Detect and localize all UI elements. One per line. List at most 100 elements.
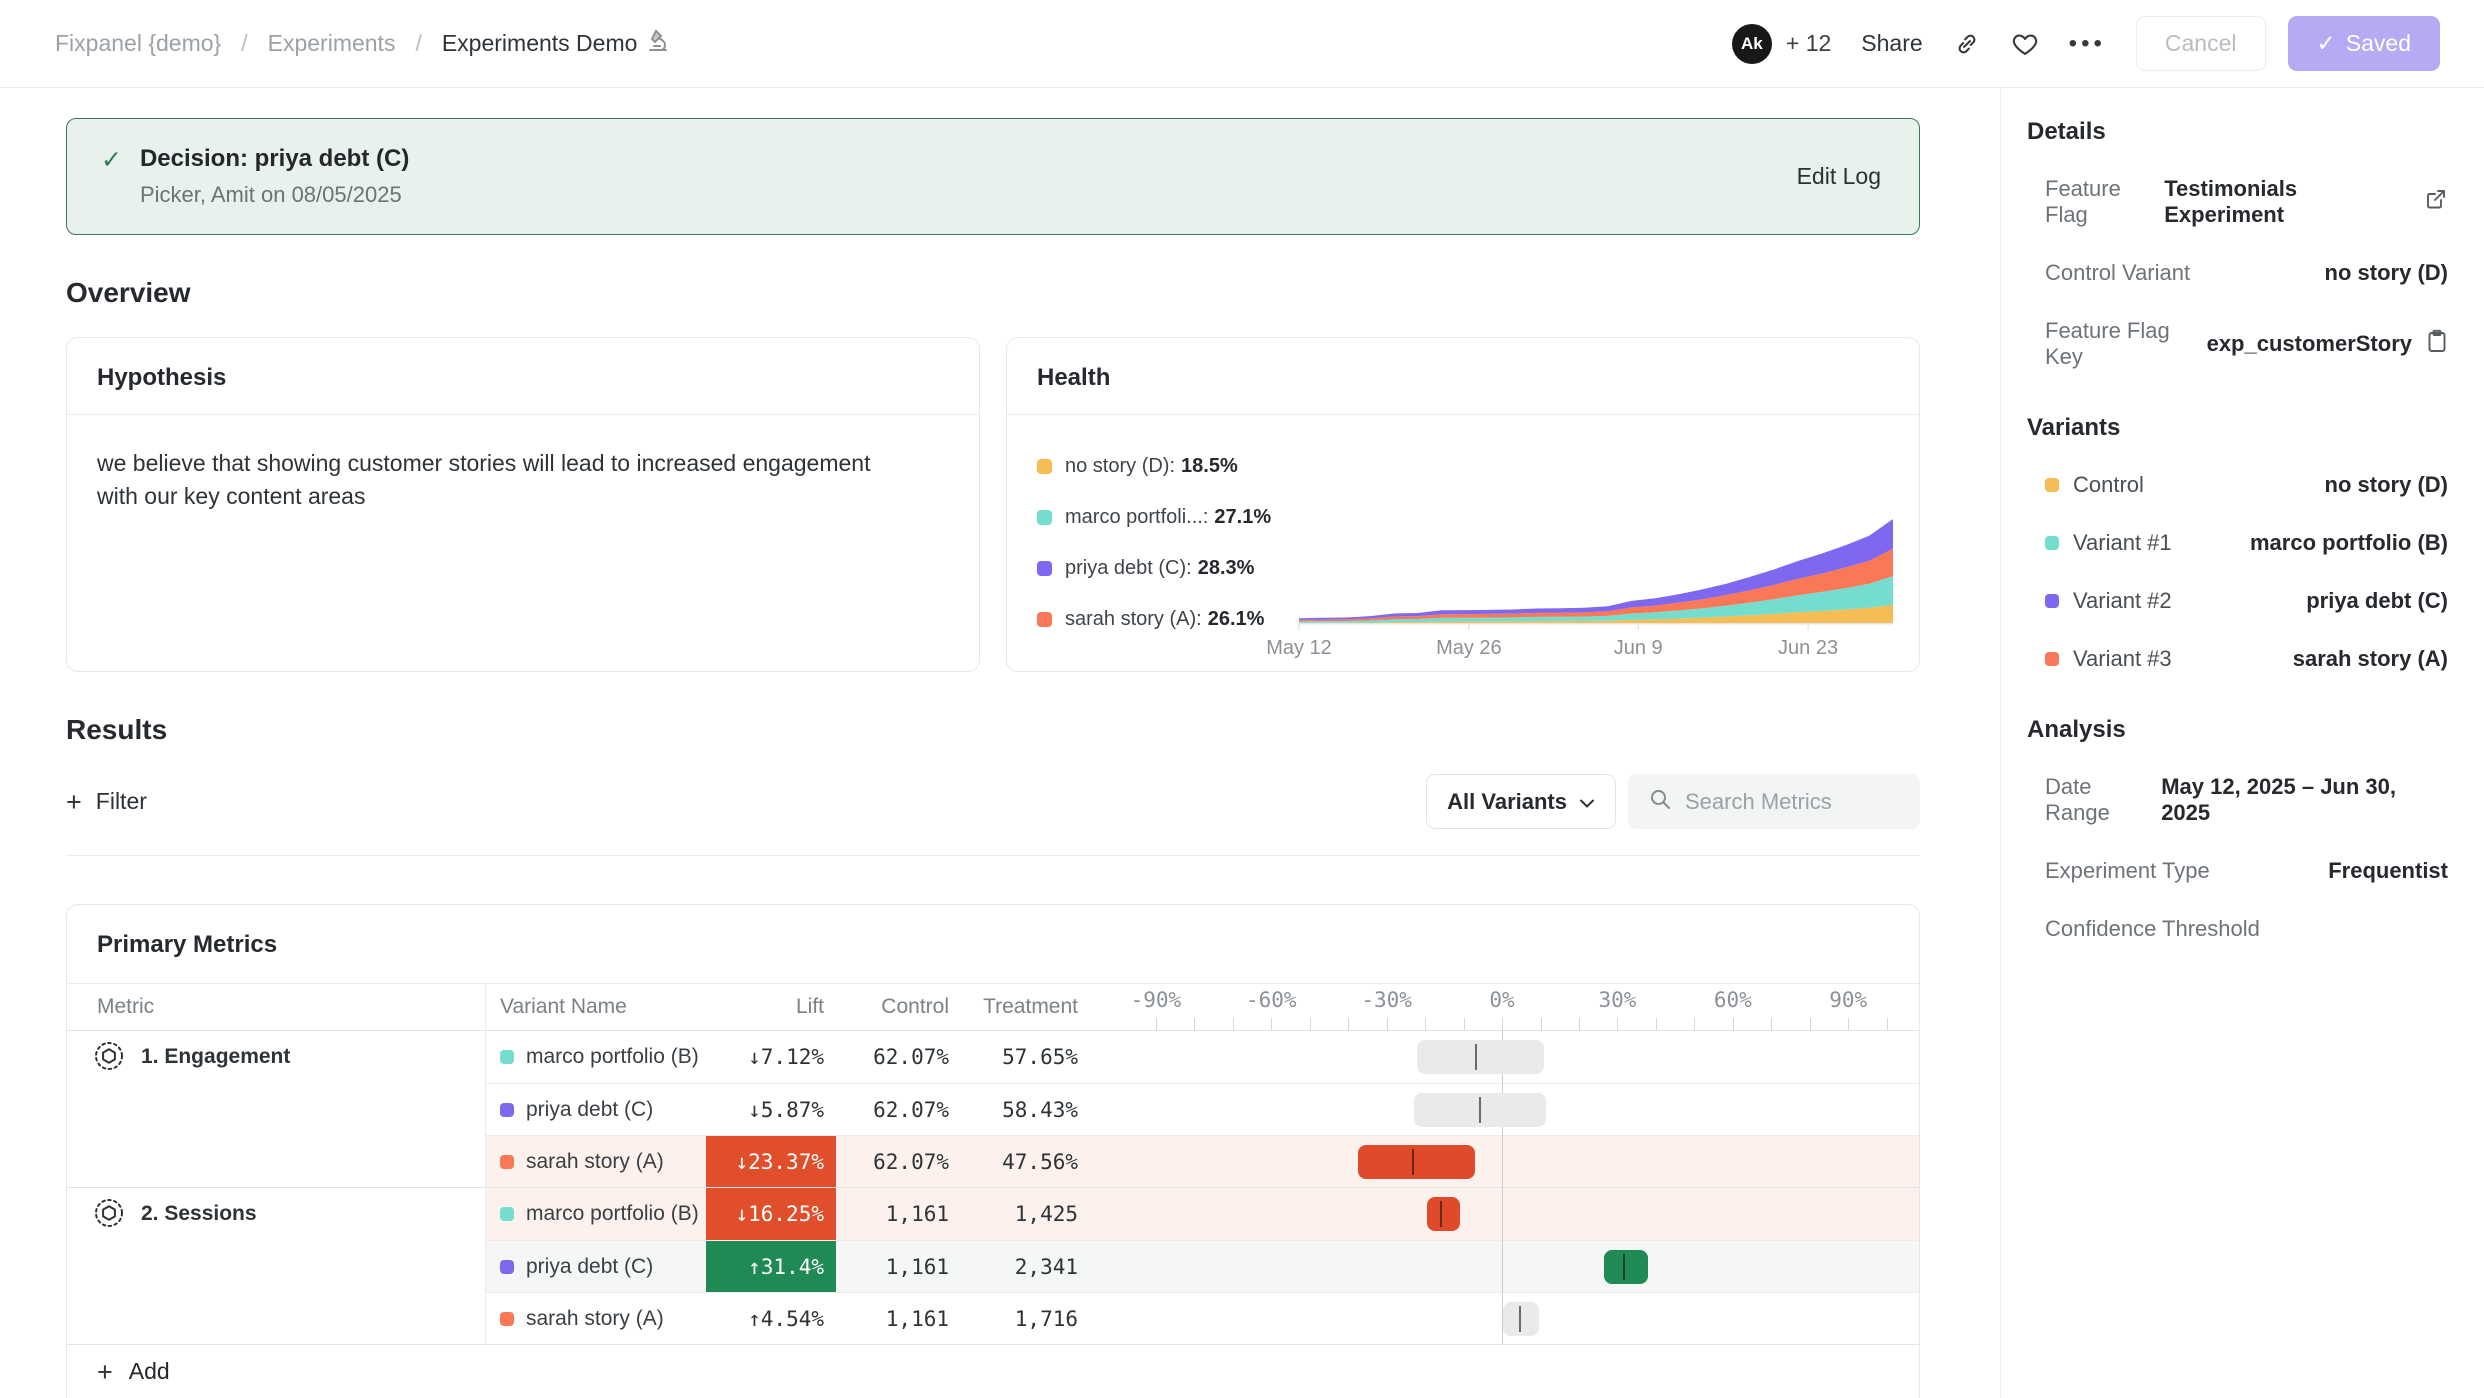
metric-target-icon [93, 1040, 125, 1072]
variant-row[interactable]: marco portfolio (B)↓7.12%62.07%57.65% [486, 1031, 1919, 1083]
variant-swatch [2045, 594, 2059, 608]
breadcrumb-experiments[interactable]: Experiments [268, 30, 396, 57]
legend-value: 28.3% [1198, 557, 1255, 580]
top-bar: Fixpanel {demo} / Experiments / Experime… [0, 0, 2484, 88]
health-area-chart: May 12May 26Jun 9Jun 23 [1299, 519, 1893, 651]
variant-key: Variant #3 [2045, 646, 2172, 672]
analysis-row: Date RangeMay 12, 2025 – Jun 30, 2025 [2045, 774, 2448, 826]
variant-swatch [500, 1312, 514, 1326]
spacer [1080, 1136, 1121, 1187]
lift-value: ↑31.4% [706, 1241, 836, 1292]
confidence-bar-cell [1121, 1241, 1919, 1292]
confidence-bar-cell [1121, 1031, 1919, 1083]
lift-value: ↓7.12% [706, 1031, 836, 1083]
microscope-icon [647, 29, 669, 59]
lift-value: ↓23.37% [706, 1136, 836, 1187]
variant-row[interactable]: sarah story (A)↑4.54%1,1611,716 [486, 1292, 1919, 1344]
metric-name: 2. Sessions [141, 1199, 257, 1229]
lift-value: ↑4.54% [706, 1293, 836, 1344]
decision-check-icon: ✓ [101, 145, 122, 208]
control-value: 62.07% [836, 1031, 953, 1083]
variant-name-cell: sarah story (A) [486, 1136, 706, 1187]
variant-key: Control [2045, 472, 2144, 498]
legend-label: sarah story (A): [1065, 608, 1202, 631]
axis-tick [1733, 1018, 1734, 1030]
confidence-interval-bar [1417, 1040, 1544, 1074]
treatment-value: 1,716 [953, 1293, 1080, 1344]
column-lift: Lift [706, 984, 836, 1030]
variant-swatch [500, 1260, 514, 1274]
variant-name-cell: priya debt (C) [486, 1241, 706, 1292]
more-options-icon[interactable]: ••• [2069, 30, 2106, 58]
legend-swatch [1037, 510, 1052, 525]
mean-lift-marker [1475, 1044, 1477, 1070]
axis-tick [1464, 1018, 1465, 1030]
hypothesis-card: Hypothesis we believe that showing custo… [66, 337, 980, 672]
confidence-interval-bar [1503, 1302, 1539, 1336]
column-treatment: Treatment [953, 984, 1080, 1030]
variant-name-cell: marco portfolio (B) [486, 1188, 706, 1240]
metric-cell[interactable]: 2. Sessions [67, 1188, 486, 1344]
detail-row: Feature FlagTestimonials Experiment [2045, 176, 2448, 228]
x-tick-label: Jun 23 [1778, 637, 1838, 660]
axis-tick [1425, 1018, 1426, 1030]
add-filter-button[interactable]: + Filter [66, 788, 147, 815]
variant-row[interactable]: marco portfolio (B)↓16.25%1,1611,425 [486, 1188, 1919, 1240]
metric-rows: marco portfolio (B)↓16.25%1,1611,425priy… [486, 1188, 1919, 1344]
detail-value-text: no story (D) [2325, 260, 2448, 286]
plus-icon: + [97, 1362, 113, 1382]
saved-button[interactable]: ✓ Saved [2288, 16, 2441, 71]
axis-tick [1541, 1018, 1542, 1030]
detail-value-text: exp_customerStory [2207, 331, 2412, 357]
control-value: 1,161 [836, 1293, 953, 1344]
favorite-heart-icon[interactable] [2011, 30, 2039, 58]
x-tick-label: Jun 9 [1614, 637, 1663, 660]
variant-key: Variant #1 [2045, 530, 2172, 556]
variant-row[interactable]: sarah story (A)↓23.37%62.07%47.56% [486, 1135, 1919, 1187]
cancel-button[interactable]: Cancel [2136, 16, 2266, 71]
hypothesis-body: we believe that showing customer stories… [67, 415, 927, 514]
add-metric-button[interactable]: + Add [67, 1344, 1919, 1398]
variants-title: Variants [2027, 414, 2448, 442]
analysis-row: Confidence Threshold [2045, 916, 2448, 942]
decision-subtitle: Picker, Amit on 08/05/2025 [140, 182, 409, 208]
search-metrics-input[interactable] [1685, 789, 1900, 815]
collaborator-count[interactable]: + 12 [1786, 30, 1831, 57]
axis-tick-label: 90% [1829, 988, 1867, 1012]
decision-title: Decision: priya debt (C) [140, 145, 409, 173]
variant-swatch [500, 1050, 514, 1064]
mean-lift-marker [1440, 1201, 1442, 1227]
treatment-value: 58.43% [953, 1084, 1080, 1135]
metric-cell[interactable]: 1. Engagement [67, 1031, 486, 1187]
detail-row: Feature Flag Keyexp_customerStory [2045, 318, 2448, 370]
variant-swatch [2045, 536, 2059, 550]
variant-name-cell: sarah story (A) [486, 1293, 706, 1344]
avatar[interactable]: Ak [1732, 24, 1772, 64]
spacer [1080, 1084, 1121, 1135]
analysis-label: Date Range [2045, 774, 2161, 826]
metrics-table-header: Metric Variant Name Lift Control Treatme… [67, 984, 1919, 1030]
axis-tick [1310, 1018, 1311, 1030]
external-link-icon[interactable] [2424, 187, 2448, 217]
variant-row[interactable]: priya debt (C)↓5.87%62.07%58.43% [486, 1083, 1919, 1135]
variants-dropdown[interactable]: All Variants [1426, 774, 1616, 829]
breadcrumb-project[interactable]: Fixpanel {demo} [55, 30, 221, 57]
health-card: Health no story (D):18.5%marco portfoli.… [1006, 337, 1920, 672]
axis-tick-label: -60% [1246, 988, 1297, 1012]
variant-row[interactable]: priya debt (C)↑31.4%1,1612,341 [486, 1240, 1919, 1292]
confidence-bar-cell [1121, 1188, 1919, 1240]
edit-log-button[interactable]: Edit Log [1797, 163, 1881, 190]
treatment-value: 1,425 [953, 1188, 1080, 1240]
variant-swatch [2045, 652, 2059, 666]
health-title: Health [1007, 338, 1919, 415]
share-button[interactable]: Share [1861, 30, 1922, 57]
variant-assignment-row: Controlno story (D) [2045, 472, 2448, 498]
analysis-row: Experiment TypeFrequentist [2045, 858, 2448, 884]
confidence-bar-cell [1121, 1293, 1919, 1344]
legend-swatch [1037, 561, 1052, 576]
axis-tick [1694, 1018, 1695, 1030]
copy-link-icon[interactable] [1953, 30, 1981, 58]
variant-key-label: Variant #3 [2073, 646, 2172, 672]
confidence-interval-bar [1427, 1197, 1460, 1231]
clipboard-icon[interactable] [2426, 329, 2448, 359]
